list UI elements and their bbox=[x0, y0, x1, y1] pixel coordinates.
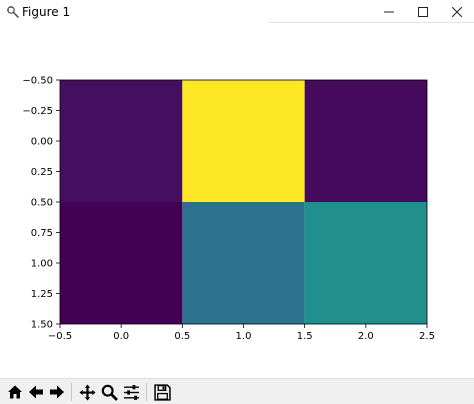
heatmap-cell-r0-c2 bbox=[304, 80, 427, 202]
back-arrow-icon bbox=[29, 385, 43, 399]
y-tick-label: 1.50 bbox=[31, 320, 53, 331]
y-tick-label: 0.00 bbox=[31, 137, 53, 148]
navigation-toolbar bbox=[0, 378, 474, 404]
title-bar: Figure 1 bbox=[0, 0, 474, 24]
zoom-icon bbox=[101, 384, 118, 401]
close-icon bbox=[452, 7, 462, 17]
configure-subplots-icon bbox=[123, 384, 139, 400]
heatmap-cell-r0-c0 bbox=[60, 80, 183, 202]
forward-arrow-icon bbox=[50, 385, 64, 399]
back-button[interactable] bbox=[26, 382, 46, 402]
y-tick-label: 1.25 bbox=[31, 289, 53, 300]
y-tick-label: 0.25 bbox=[31, 167, 53, 178]
heatmap-cell-r0-c1 bbox=[182, 80, 305, 202]
zoom-button[interactable] bbox=[99, 382, 119, 402]
home-icon bbox=[8, 385, 22, 399]
x-tick-label: 2.5 bbox=[419, 331, 435, 342]
x-tick-label: 0.5 bbox=[174, 331, 190, 342]
heatmap-cell-r1-c1 bbox=[182, 202, 305, 324]
titlebar-divider bbox=[268, 22, 474, 23]
y-tick-label: 0.75 bbox=[31, 228, 53, 239]
home-button[interactable] bbox=[5, 382, 25, 402]
x-tick-label: 1.5 bbox=[297, 331, 313, 342]
figure-window: Figure 1 −0.5 0.0 0.5 1.0 1.5 2.0 2.5 −0.50 −0.2… bbox=[0, 0, 474, 404]
y-tick-label: 0.50 bbox=[31, 198, 53, 209]
x-tick-label: 2.0 bbox=[358, 331, 374, 342]
configure-subplots-button[interactable] bbox=[121, 382, 141, 402]
y-tick-label: −0.25 bbox=[22, 106, 53, 117]
matplotlib-figure-icon bbox=[6, 4, 20, 18]
heatmap-cell-r1-c2 bbox=[304, 202, 427, 324]
save-icon bbox=[153, 383, 171, 401]
forward-button[interactable] bbox=[47, 382, 67, 402]
heatmap-cell-r1-c0 bbox=[60, 202, 183, 324]
minimize-icon bbox=[384, 11, 394, 13]
x-tick-label: 0.0 bbox=[113, 331, 129, 342]
maximize-icon bbox=[418, 7, 428, 17]
x-tick-label: −0.5 bbox=[48, 331, 72, 342]
save-button[interactable] bbox=[152, 382, 172, 402]
y-tick-label: −0.50 bbox=[22, 76, 53, 87]
pan-icon bbox=[79, 384, 95, 400]
y-tick-label: 1.00 bbox=[31, 259, 53, 270]
toolbar-separator bbox=[71, 383, 72, 401]
heatmap-chart[interactable]: −0.5 0.0 0.5 1.0 1.5 2.0 2.5 −0.50 −0.25 0.00 0.25… bbox=[0, 24, 474, 378]
maximize-button[interactable] bbox=[406, 0, 440, 24]
minimize-button[interactable] bbox=[372, 0, 406, 24]
close-button[interactable] bbox=[440, 0, 474, 24]
x-tick-label: 1.0 bbox=[236, 331, 252, 342]
pan-button[interactable] bbox=[77, 382, 97, 402]
window-title: Figure 1 bbox=[22, 5, 71, 19]
toolbar-separator bbox=[146, 383, 147, 401]
